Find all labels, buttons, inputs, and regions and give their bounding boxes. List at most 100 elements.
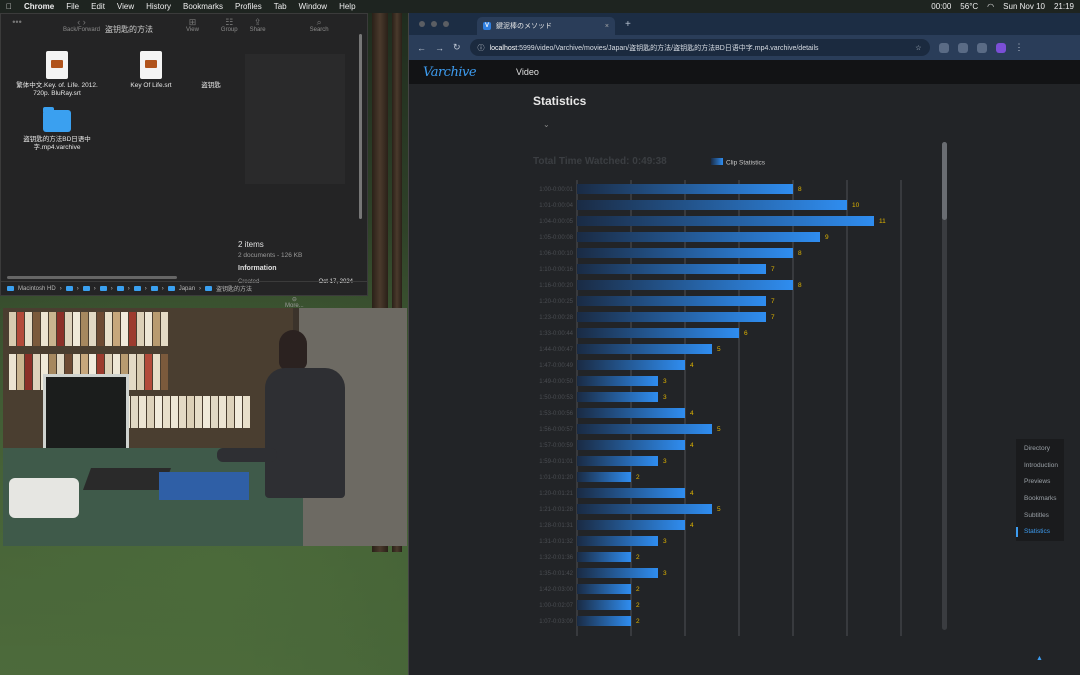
file-item[interactable]: 繁体中文.Key. of. Life. 2012. 720p. BluRay.s… [9, 51, 105, 98]
bar [577, 504, 712, 514]
bar [577, 360, 685, 370]
folder-icon [99, 286, 107, 291]
chart-title: Total Time Watched: 0:49:38 [533, 156, 667, 167]
y-tick-label: 1:47-0:00:49 [539, 363, 573, 369]
page-title: Statistics [533, 94, 587, 108]
menu-dots-icon[interactable]: ⋮ [1015, 42, 1024, 53]
toc-bookmarks[interactable]: Bookmarks [1016, 491, 1064, 508]
y-tick-label: 1:42-0:03:00 [539, 587, 573, 593]
preview-thumbnail [245, 54, 345, 184]
preview-pane: 2 items 2 documents - 126 KB Information… [233, 44, 359, 309]
reload-icon[interactable]: ↻ [453, 42, 461, 53]
toc-directory[interactable]: Directory [1016, 441, 1064, 458]
bar [577, 440, 685, 450]
finder-window: ••• ‹ › Back/Forward ⊞ View ☷ Group ⇪ Share … [0, 13, 368, 309]
bar [577, 408, 685, 418]
folder-item[interactable]: 盗钥匙的方法BD日语中字.mp4.varchive [9, 106, 105, 152]
profile-avatar[interactable] [995, 42, 1006, 53]
menu-app-name[interactable]: Chrome [24, 2, 54, 11]
url-field[interactable]: ⓘ localhost:5999/video/Varchive/movies/J… [469, 39, 930, 56]
menu-view[interactable]: View [117, 2, 134, 11]
file-item[interactable]: 盗钥匙 [191, 82, 231, 90]
varchive-logo[interactable]: Varchive [423, 65, 477, 80]
status-time[interactable]: 21:19 [1054, 2, 1074, 11]
y-tick-label: 1:50-0:00:53 [539, 395, 573, 401]
y-tick-label: 1:07-0:03:09 [539, 619, 573, 625]
folder-icon [150, 286, 158, 291]
extension-icon[interactable] [976, 42, 987, 53]
person-arm [217, 448, 277, 462]
extension-icon[interactable] [938, 42, 949, 53]
menu-bookmarks[interactable]: Bookmarks [183, 2, 223, 11]
back-forward-button[interactable]: ‹ › Back/Forward [63, 17, 100, 33]
data-label: 7 [771, 298, 775, 305]
tab-active[interactable]: V 鍵泥棒のメソッド × [477, 17, 615, 35]
extension-icon[interactable] [957, 42, 968, 53]
tab-bar: V 鍵泥棒のメソッド × + [409, 13, 1080, 35]
vertical-scrollbar[interactable] [359, 34, 362, 219]
srt-file-icon [46, 51, 68, 79]
view-button[interactable]: ⊞ View [186, 17, 199, 33]
menu-tab[interactable]: Tab [274, 2, 287, 11]
toc-statistics[interactable]: Statistics [1016, 524, 1064, 541]
bookmark-star-icon[interactable]: ☆ [915, 44, 921, 52]
menu-help[interactable]: Help [339, 2, 355, 11]
file-item[interactable]: Key Of Life.srt [103, 51, 199, 90]
site-info-icon[interactable]: ⓘ [478, 43, 485, 53]
minimize-window-button[interactable] [431, 21, 437, 27]
person-body [265, 368, 345, 498]
forward-icon[interactable]: → [435, 43, 444, 53]
url-path: :5999/video/Varchive/movies/Japan/盗钥匙的方法… [517, 44, 819, 52]
y-tick-label: 1:00-0:00:01 [539, 187, 573, 193]
path-item[interactable]: 盗钥匙的方法 [216, 284, 252, 293]
bar [577, 392, 658, 402]
y-tick-label: 1:31-0:01:32 [539, 539, 573, 545]
bar [577, 616, 631, 626]
page-content: Statistics ⌄ Total Time Watched: 0:49:38… [409, 84, 1080, 675]
horizontal-scrollbar[interactable] [7, 276, 177, 279]
search-button[interactable]: ⌕ Search [310, 17, 329, 33]
bar [577, 184, 793, 194]
toc-subtitles[interactable]: Subtitles [1016, 508, 1064, 525]
video-player[interactable] [3, 308, 407, 546]
y-tick-label: 1:44-0:00:47 [539, 347, 573, 353]
toc-introduction[interactable]: Introduction [1016, 458, 1064, 475]
y-tick-label: 1:20-0:00:25 [539, 299, 573, 305]
y-tick-label: 1:00-0:02:07 [539, 603, 573, 609]
wifi-icon[interactable]: ◠ [987, 2, 994, 11]
path-item[interactable]: Japan [179, 286, 195, 292]
menu-file[interactable]: File [66, 2, 79, 11]
folder-icon [43, 107, 71, 132]
data-label: 4 [690, 410, 694, 417]
group-button[interactable]: ☷ Group [221, 17, 238, 33]
status-timer[interactable]: 00:00 [931, 2, 951, 11]
ellipsis-icon: ⊖ [291, 297, 297, 303]
menu-window[interactable]: Window [299, 2, 327, 11]
close-window-button[interactable] [419, 21, 425, 27]
chevron-down-icon[interactable]: ⌄ [543, 120, 550, 129]
data-label: 10 [852, 202, 860, 209]
apple-icon[interactable]:  [6, 2, 12, 11]
share-button[interactable]: ⇪ Share [250, 17, 266, 33]
y-tick-label: 1:16-0:00:20 [539, 283, 573, 289]
path-item[interactable]: Macintosh HD [18, 286, 56, 292]
menu-profiles[interactable]: Profiles [235, 2, 262, 11]
new-tab-button[interactable]: + [625, 19, 631, 30]
bar [577, 280, 793, 290]
nav-video-link[interactable]: Video [516, 67, 539, 77]
close-tab-icon[interactable]: × [605, 23, 609, 30]
chart-scrollbar[interactable] [942, 142, 947, 630]
path-bar: Macintosh HD › › › › › › › Japan › 盗钥匙的方法 [1, 281, 367, 295]
back-to-top-icon[interactable]: ▲ [1036, 655, 1043, 662]
data-label: 4 [690, 442, 694, 449]
menu-history[interactable]: History [146, 2, 171, 11]
status-date[interactable]: Sun Nov 10 [1003, 2, 1045, 11]
back-icon[interactable]: ← [417, 43, 426, 53]
status-temperature[interactable]: 56°C [960, 2, 978, 11]
data-label: 4 [690, 362, 694, 369]
menu-edit[interactable]: Edit [91, 2, 105, 11]
toc-previews[interactable]: Previews [1016, 474, 1064, 491]
search-icon: ⌕ [316, 17, 322, 27]
crt-monitor [43, 374, 129, 454]
maximize-window-button[interactable] [443, 21, 449, 27]
